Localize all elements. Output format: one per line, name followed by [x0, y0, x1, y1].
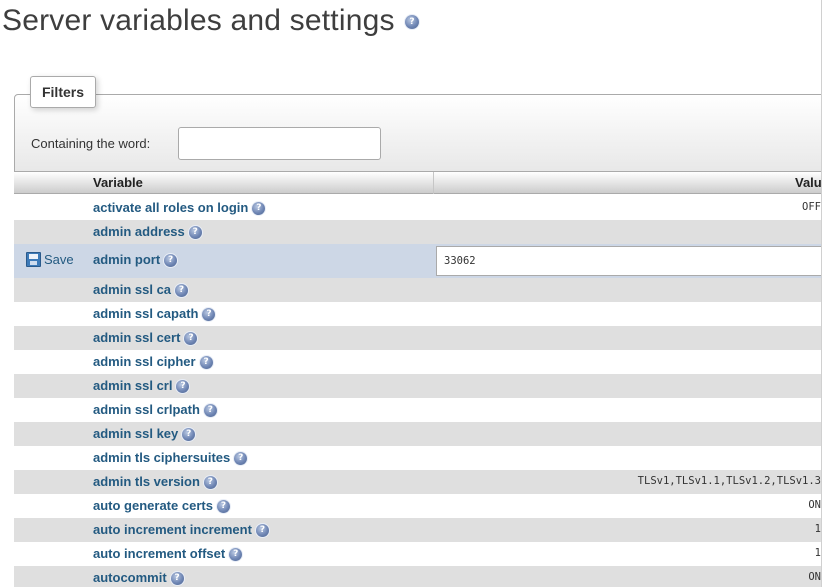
variable-name[interactable]: admin ssl crl?	[93, 378, 190, 394]
help-icon[interactable]: ?	[255, 524, 269, 538]
variable-name-text: admin ssl cipher	[93, 354, 196, 369]
variable-name[interactable]: admin ssl crlpath?	[93, 402, 217, 418]
variable-name[interactable]: admin ssl cipher?	[93, 354, 213, 370]
variable-name-text: admin address	[93, 224, 185, 239]
table-row[interactable]: activate all roles on login? OFF	[14, 196, 821, 220]
page-title: Server variables and settings	[2, 4, 395, 37]
table-row[interactable]: admin ssl ca?	[14, 278, 821, 302]
variable-name[interactable]: admin ssl key?	[93, 426, 196, 442]
help-icon[interactable]: ?	[216, 500, 230, 514]
variable-name-text: admin ssl crlpath	[93, 402, 200, 417]
column-header-variable: Variable	[93, 175, 143, 190]
filters-legend: Filters	[30, 76, 96, 108]
table-row[interactable]: auto generate certs? ON	[14, 494, 821, 518]
variable-name[interactable]: admin tls ciphersuites?	[93, 450, 248, 466]
help-icon[interactable]: ?	[234, 452, 248, 466]
variable-name[interactable]: activate all roles on login?	[93, 200, 266, 216]
table-row[interactable]: admin ssl crlpath?	[14, 398, 821, 422]
variable-name-text: admin tls ciphersuites	[93, 450, 231, 465]
variable-name[interactable]: admin tls version?	[93, 474, 217, 490]
variable-name[interactable]: admin port?	[93, 252, 178, 268]
variable-name-text: admin port	[93, 252, 161, 267]
page-frame: Server variables and settings ? Filters …	[0, 0, 822, 587]
help-icon[interactable]: ?	[199, 356, 213, 370]
variable-value: ON	[808, 499, 821, 511]
table-header: Variable Value	[14, 172, 822, 194]
help-icon[interactable]: ?	[229, 548, 243, 562]
help-icon[interactable]: ?	[175, 284, 189, 298]
variable-value: ON	[808, 571, 821, 583]
table-row[interactable]: admin ssl cipher?	[14, 350, 821, 374]
variable-name-text: auto generate certs	[93, 498, 213, 513]
save-label: Save	[44, 252, 74, 267]
help-icon[interactable]: ?	[176, 380, 190, 394]
variable-name[interactable]: auto increment offset?	[93, 546, 243, 562]
table-row[interactable]: auto increment increment? 1	[14, 518, 821, 542]
help-icon[interactable]: ?	[182, 428, 196, 442]
table-row[interactable]: admin tls ciphersuites?	[14, 446, 821, 470]
variable-name-text: auto increment offset	[93, 546, 226, 561]
variable-name[interactable]: admin address?	[93, 224, 202, 240]
variable-value: 1	[814, 523, 821, 535]
help-icon[interactable]: ?	[188, 226, 202, 240]
variable-name-text: admin ssl ca	[93, 282, 172, 297]
variable-name[interactable]: auto generate certs?	[93, 498, 230, 514]
variable-name-text: auto increment increment	[93, 522, 252, 537]
save-button[interactable]: Save	[26, 252, 74, 267]
variable-name-text: admin ssl cert	[93, 330, 181, 345]
help-icon[interactable]: ?	[252, 202, 266, 216]
table-row[interactable]: Save admin port?	[14, 244, 821, 278]
filters-panel	[14, 94, 821, 172]
variable-name[interactable]: admin ssl ca?	[93, 282, 189, 298]
variable-name-text: activate all roles on login	[93, 200, 249, 215]
help-icon[interactable]: ?	[184, 332, 198, 346]
variable-name[interactable]: admin ssl cert?	[93, 330, 198, 346]
table-row[interactable]: admin ssl key?	[14, 422, 821, 446]
floppy-disk-icon	[26, 252, 41, 267]
variable-name[interactable]: autocommit?	[93, 570, 184, 586]
variable-name[interactable]: auto increment increment?	[93, 522, 269, 538]
help-icon[interactable]: ?	[164, 254, 178, 268]
variable-value: 1	[814, 547, 821, 559]
table-row[interactable]: admin address?	[14, 220, 821, 244]
table-row[interactable]: auto increment offset? 1	[14, 542, 821, 566]
filter-input[interactable]	[178, 127, 381, 160]
variable-name-text: admin ssl crl	[93, 378, 173, 393]
help-icon[interactable]: ?	[203, 404, 217, 418]
variable-name-text: admin ssl key	[93, 426, 179, 441]
variable-name[interactable]: admin ssl capath?	[93, 306, 216, 322]
table-row[interactable]: admin tls version? TLSv1,TLSv1.1,TLSv1.2,…	[14, 470, 821, 494]
help-icon[interactable]: ?	[170, 572, 184, 586]
help-icon[interactable]: ?	[405, 15, 419, 29]
column-header-value: Value	[795, 175, 822, 190]
table-row[interactable]: admin ssl cert?	[14, 326, 821, 350]
filter-label: Containing the word:	[31, 136, 151, 151]
variable-name-text: admin ssl capath	[93, 306, 199, 321]
variable-name-text: admin tls version	[93, 474, 200, 489]
column-divider	[433, 172, 434, 194]
value-edit-input[interactable]	[436, 246, 821, 276]
help-icon[interactable]: ?	[203, 476, 217, 490]
table-row[interactable]: admin ssl crl?	[14, 374, 821, 398]
variable-value: TLSv1,TLSv1.1,TLSv1.2,TLSv1.3	[637, 475, 821, 487]
table-row[interactable]: admin ssl capath?	[14, 302, 821, 326]
variable-name-text: autocommit	[93, 570, 167, 585]
variable-value: OFF	[802, 201, 821, 213]
help-icon[interactable]: ?	[202, 308, 216, 322]
table-row[interactable]: autocommit? ON	[14, 566, 821, 587]
